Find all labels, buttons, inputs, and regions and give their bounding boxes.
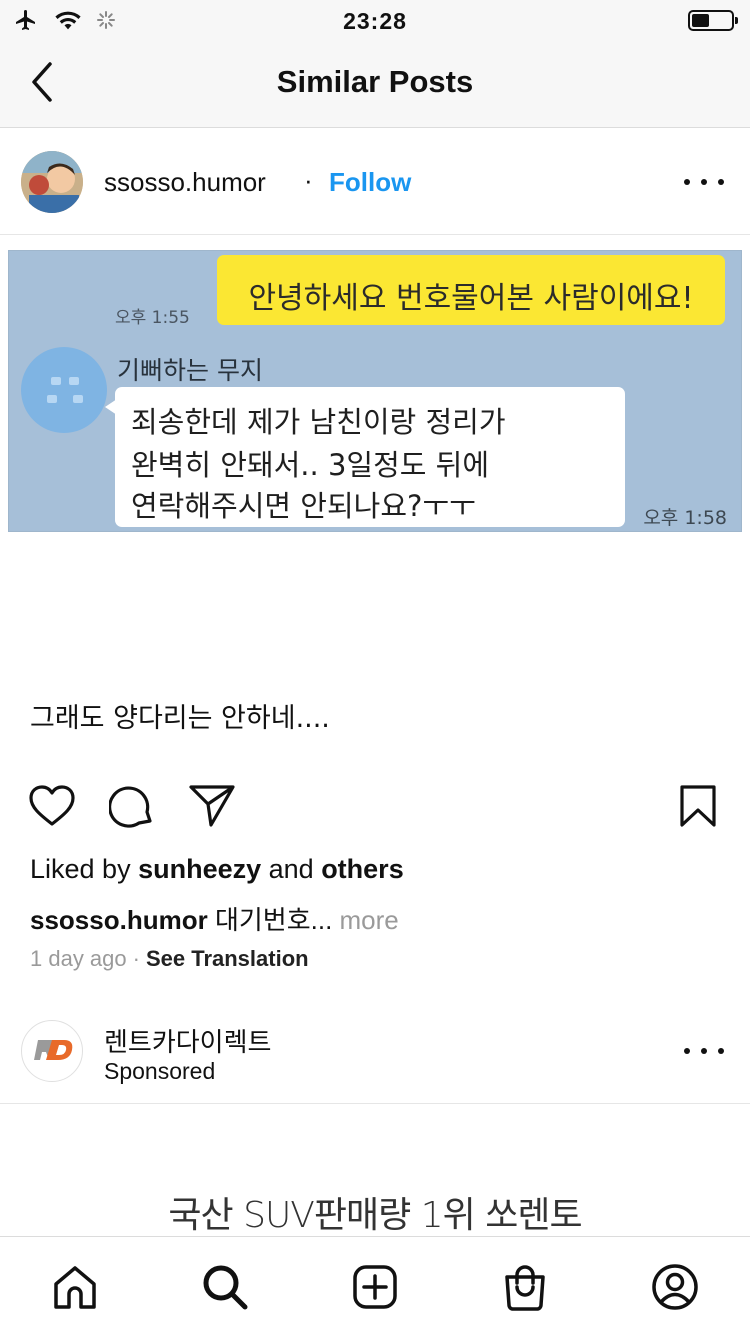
sponsored-more-button[interactable] — [684, 1041, 724, 1061]
share-button[interactable] — [188, 782, 236, 830]
sponsor-logo-icon — [34, 1040, 73, 1060]
more-dot-icon — [718, 179, 724, 185]
save-button[interactable] — [674, 782, 722, 830]
sponsored-post-header: 렌트카다이렉트 Sponsored — [0, 1000, 750, 1104]
caption: ssosso.humor 대기번호... more — [30, 900, 399, 937]
home-icon — [54, 1266, 96, 1309]
post-time-ago: 1 day ago — [30, 946, 127, 971]
like-button[interactable] — [28, 782, 76, 830]
battery-icon — [688, 10, 738, 31]
post-meta: 1 day ago · See Translation — [30, 946, 309, 972]
reply-line: 죄송한데 제가 남친이랑 정리가 — [131, 405, 506, 439]
caption-more-link[interactable]: more — [332, 905, 399, 935]
post-text: 그래도 양다리는 안하네.... — [30, 703, 330, 734]
tab-new-post[interactable] — [347, 1259, 403, 1315]
clock: 23:28 — [343, 8, 407, 34]
page-title: Similar Posts — [276, 64, 474, 99]
shop-icon — [505, 1265, 545, 1311]
more-dot-icon — [684, 1048, 690, 1054]
status-bar: 23:28 — [0, 0, 750, 40]
caption-text: 대기번호... — [207, 905, 333, 935]
post-actions — [0, 776, 750, 836]
follow-button[interactable]: Follow — [329, 167, 411, 198]
profile-icon — [652, 1264, 698, 1310]
sponsor-name[interactable]: 렌트카다이렉트 — [104, 1022, 271, 1059]
likes-prefix: Liked by — [30, 854, 139, 884]
more-dot-icon — [701, 179, 707, 185]
post-username[interactable]: ssosso.humor — [104, 167, 266, 198]
bottom-tab-bar — [0, 1236, 750, 1334]
reply-message-time: 오후 1:58 — [643, 507, 727, 529]
search-icon — [203, 1265, 248, 1310]
heart-icon — [29, 785, 75, 826]
post-header: ssosso.humor · Follow — [0, 129, 750, 235]
tab-shop[interactable] — [497, 1259, 553, 1315]
sponsored-label: Sponsored — [104, 1058, 216, 1084]
tab-profile[interactable] — [647, 1259, 703, 1315]
reply-message-bubble: 죄송한데 제가 남친이랑 정리가 완벽히 안돼서.. 3일정도 뒤에 연락해주시… — [105, 387, 625, 527]
separator-dot: · — [304, 165, 313, 195]
liked-by-user[interactable]: sunheezy — [138, 854, 261, 884]
send-icon — [189, 785, 235, 827]
meta-separator: · — [132, 946, 140, 971]
sent-message-bubble: 안녕하세요 번호물어본 사람이에요! — [217, 255, 725, 325]
nav-bar: Similar Posts — [0, 40, 750, 128]
new-post-icon — [353, 1265, 397, 1309]
see-translation-link[interactable]: See Translation — [146, 946, 309, 971]
avatar[interactable] — [21, 151, 83, 213]
post-image[interactable]: 안녕하세요 번호물어본 사람이에요! 오후 1:55 기뻐하는 무지 죄송한데 … — [8, 250, 742, 532]
caption-username[interactable]: ssosso.humor — [30, 905, 208, 935]
sent-message-time: 오후 1:55 — [115, 308, 190, 328]
comment-button[interactable] — [108, 782, 156, 830]
comment-icon — [109, 786, 152, 828]
reply-line: 연락해주시면 안되나요?ㅜㅜ — [131, 489, 476, 523]
more-dot-icon — [684, 179, 690, 185]
liked-by-others[interactable]: others — [321, 854, 404, 884]
ad-headline[interactable]: 국산 SUV판매량 1위 쏘렌토 — [0, 1186, 750, 1238]
tab-search[interactable] — [197, 1259, 253, 1315]
sent-message-text: 안녕하세요 번호물어본 사람이에요! — [248, 281, 694, 316]
chat-avatar — [21, 347, 107, 433]
post-more-button[interactable] — [684, 172, 724, 192]
likes-summary[interactable]: Liked by sunheezy and others — [30, 854, 404, 885]
tab-home[interactable] — [47, 1259, 103, 1315]
likes-mid: and — [261, 854, 322, 884]
more-dot-icon — [718, 1048, 724, 1054]
sponsor-avatar[interactable] — [21, 1020, 83, 1082]
chat-sender-name: 기뻐하는 무지 — [117, 356, 263, 385]
more-dot-icon — [701, 1048, 707, 1054]
bookmark-icon — [680, 785, 716, 827]
reply-line: 완벽히 안돼서.. 3일정도 뒤에 — [131, 448, 490, 482]
